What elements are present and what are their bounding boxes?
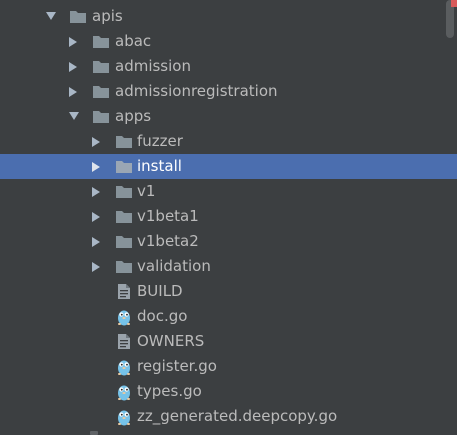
- tree-item-label: validation: [137, 257, 211, 275]
- folder-icon: [115, 233, 133, 249]
- tree-item-label: apps: [115, 107, 152, 125]
- folder-icon: [92, 83, 110, 99]
- tree-item-label: apis: [92, 7, 123, 25]
- tree-item-build[interactable]: BUILD: [0, 279, 457, 304]
- chevron-right-icon[interactable]: [90, 229, 104, 254]
- tree-item-doc-go[interactable]: doc.go: [0, 304, 457, 329]
- tree-item-label: doc.go: [137, 307, 188, 325]
- folder-icon: [92, 108, 110, 124]
- tree-item-label: admission: [115, 57, 191, 75]
- go-gopher-icon: [116, 408, 134, 426]
- tree-item-label: types.go: [137, 382, 202, 400]
- tree-item-label: install: [137, 157, 182, 175]
- tree-item-v1[interactable]: v1: [0, 179, 457, 204]
- tree-item-fuzzer[interactable]: fuzzer: [0, 129, 457, 154]
- tree-item-label: v1beta1: [137, 207, 199, 225]
- tree-item-types-go[interactable]: types.go: [0, 379, 457, 404]
- project-tree: apis abac admission admissionregistratio…: [0, 0, 457, 435]
- tree-item-admissionregistration[interactable]: admissionregistration: [0, 79, 457, 104]
- tree-item-label: fuzzer: [137, 132, 183, 150]
- chevron-right-icon[interactable]: [90, 204, 104, 229]
- tree-item-apis[interactable]: apis: [0, 4, 457, 29]
- tree-item-label: admissionregistration: [115, 82, 278, 100]
- chevron-down-icon[interactable]: [44, 4, 58, 29]
- folder-icon: [69, 8, 87, 24]
- tree-item-partial: [0, 429, 457, 435]
- tree-item-zz-generated-deepcopy-go[interactable]: zz_generated.deepcopy.go: [0, 404, 457, 429]
- chevron-right-icon[interactable]: [90, 154, 104, 179]
- tree-item-install[interactable]: install: [0, 154, 457, 179]
- chevron-right-icon[interactable]: [90, 129, 104, 154]
- text-file-icon: [117, 333, 135, 349]
- text-file-icon: [117, 283, 135, 299]
- tree-item-label: BUILD: [137, 282, 183, 300]
- chevron-right-icon[interactable]: [90, 179, 104, 204]
- go-gopher-icon: [116, 308, 134, 326]
- folder-icon: [115, 258, 133, 274]
- go-gopher-icon: [116, 383, 134, 401]
- tree-item-label: v1beta2: [137, 232, 199, 250]
- folder-icon: [115, 208, 133, 224]
- tree-item-label: OWNERS: [137, 332, 205, 350]
- chevron-right-icon[interactable]: [67, 29, 81, 54]
- chevron-right-icon[interactable]: [67, 79, 81, 104]
- tree-item-v1beta1[interactable]: v1beta1: [0, 204, 457, 229]
- tree-item-v1beta2[interactable]: v1beta2: [0, 229, 457, 254]
- tree-item-apps[interactable]: apps: [0, 104, 457, 129]
- tree-item-label: v1: [137, 182, 156, 200]
- folder-icon: [92, 58, 110, 74]
- tree-item-owners[interactable]: OWNERS: [0, 329, 457, 354]
- folder-icon: [115, 158, 133, 174]
- folder-icon: [92, 33, 110, 49]
- tree-item-abac[interactable]: abac: [0, 29, 457, 54]
- go-gopher-icon: [116, 358, 134, 376]
- tree-item-label: abac: [115, 32, 152, 50]
- folder-icon: [115, 183, 133, 199]
- chevron-right-icon[interactable]: [90, 254, 104, 279]
- tree-item-admission[interactable]: admission: [0, 54, 457, 79]
- tree-item-label: zz_generated.deepcopy.go: [137, 407, 338, 425]
- chevron-right-icon[interactable]: [67, 54, 81, 79]
- tree-item-label: register.go: [137, 357, 217, 375]
- folder-icon: [115, 133, 133, 149]
- error-stripe-marker: [451, 0, 457, 7]
- chevron-right-icon: [90, 431, 98, 435]
- tree-item-register-go[interactable]: register.go: [0, 354, 457, 379]
- tree-item-validation[interactable]: validation: [0, 254, 457, 279]
- chevron-down-icon[interactable]: [67, 104, 81, 129]
